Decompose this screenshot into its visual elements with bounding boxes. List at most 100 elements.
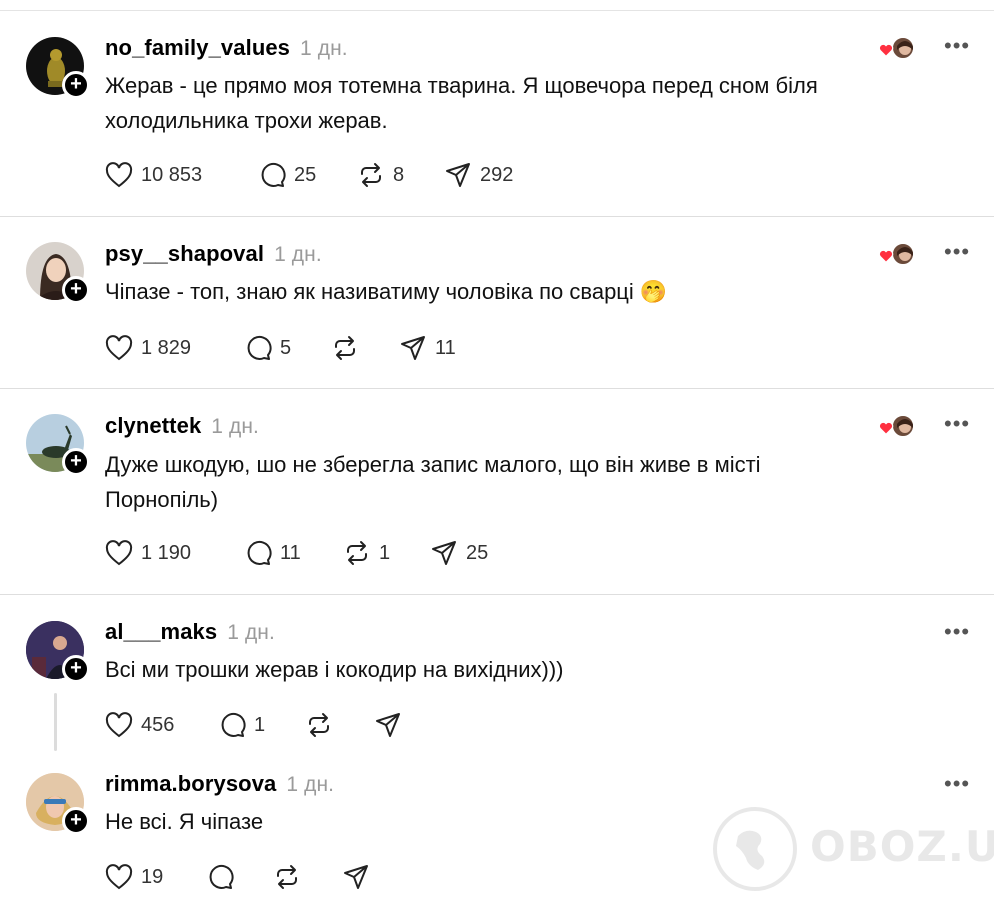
reply-button[interactable]: 11 — [244, 538, 301, 568]
like-button[interactable]: 10 853 — [105, 160, 202, 190]
share-button[interactable] — [374, 710, 402, 740]
timestamp: 1 дн. — [211, 415, 259, 438]
username[interactable]: al___maks — [105, 619, 217, 644]
repost-icon — [309, 713, 329, 737]
reply-button[interactable] — [206, 862, 234, 892]
repost-button[interactable] — [273, 862, 301, 892]
more-options-icon[interactable]: ••• — [944, 621, 970, 643]
post-text: Всі ми трошки жерав і кокодир на вихідни… — [105, 657, 564, 682]
reply-count: 5 — [280, 336, 292, 359]
follow-plus-icon[interactable]: + — [62, 71, 90, 99]
post-3: + clynettek 1 дн. ••• Дуже шкодую, шо не … — [0, 389, 994, 595]
share-button[interactable]: 25 — [430, 538, 488, 568]
avatar[interactable]: + — [26, 37, 90, 99]
username[interactable]: no_family_values — [105, 35, 290, 60]
liked-by-author-badge — [878, 242, 918, 268]
like-button[interactable]: 19 — [105, 862, 163, 892]
like-count: 456 — [141, 713, 175, 736]
post-header: rimma.borysova 1 дн. — [105, 771, 334, 797]
repost-count: 8 — [393, 163, 405, 186]
liked-by-author-badge — [878, 36, 918, 62]
post-header: no_family_values 1 дн. — [105, 35, 348, 61]
post-text: Чіпазе - топ, знаю як називатиму чоловік… — [105, 279, 668, 304]
send-icon — [376, 713, 400, 737]
heart-outline-icon — [105, 864, 133, 890]
reply-count: 25 — [294, 163, 317, 186]
send-icon — [401, 336, 425, 360]
repost-button[interactable]: 1 — [343, 538, 390, 568]
share-button[interactable] — [342, 862, 370, 892]
reply-button[interactable]: 25 — [258, 160, 316, 190]
share-count: 11 — [435, 336, 456, 359]
like-button[interactable]: 456 — [105, 710, 174, 740]
post-1: + no_family_values 1 дн. ••• Жерав - це п… — [0, 11, 994, 217]
comment-icon — [247, 540, 272, 565]
post-2: + psy__shapoval 1 дн. ••• Чіпазе - топ, з… — [0, 217, 994, 389]
follow-plus-icon[interactable]: + — [62, 807, 90, 835]
heart-icon — [878, 421, 894, 435]
send-icon — [446, 163, 470, 187]
like-count: 1 829 — [141, 336, 192, 359]
reply-count: 11 — [280, 541, 301, 564]
repost-icon — [335, 336, 355, 360]
comment-icon — [261, 162, 286, 187]
send-icon — [344, 865, 368, 889]
more-options-icon[interactable]: ••• — [944, 241, 970, 263]
watermark: OBOZ.UA — [712, 806, 994, 892]
share-count: 292 — [480, 163, 514, 186]
heart-outline-icon — [105, 712, 133, 738]
username[interactable]: clynettek — [105, 413, 201, 438]
heart-icon — [878, 43, 894, 57]
like-button[interactable]: 1 190 — [105, 538, 191, 568]
timestamp: 1 дн. — [227, 621, 275, 644]
comment-icon — [221, 712, 246, 737]
more-options-icon[interactable]: ••• — [944, 35, 970, 57]
globe-logo-icon — [713, 807, 797, 891]
avatar[interactable]: + — [26, 621, 90, 683]
liked-by-author-badge — [878, 414, 918, 440]
share-count: 25 — [466, 541, 489, 564]
comment-icon — [247, 335, 272, 360]
repost-button[interactable]: 8 — [357, 160, 404, 190]
send-icon — [432, 541, 456, 565]
follow-plus-icon[interactable]: + — [62, 448, 90, 476]
avatar[interactable]: + — [26, 242, 90, 304]
repost-button[interactable] — [305, 710, 333, 740]
avatar[interactable]: + — [26, 414, 90, 476]
timestamp: 1 дн. — [286, 773, 335, 796]
post-4: + al___maks 1 дн. ••• Всі ми трошки жерав… — [0, 595, 994, 751]
follow-plus-icon[interactable]: + — [62, 655, 90, 683]
reply-count: 1 — [254, 713, 266, 736]
like-count: 10 853 — [141, 163, 203, 186]
more-options-icon[interactable]: ••• — [944, 773, 970, 795]
post-text: Дуже шкодую, шо не зберегла запис малого… — [105, 452, 761, 512]
more-options-icon[interactable]: ••• — [944, 413, 970, 435]
heart-icon — [878, 249, 894, 263]
follow-plus-icon[interactable]: + — [62, 276, 90, 304]
post-header: clynettek 1 дн. — [105, 413, 259, 439]
comment-icon — [209, 864, 234, 889]
like-button[interactable]: 1 829 — [105, 333, 191, 363]
post-header: psy__shapoval 1 дн. — [105, 241, 322, 267]
heart-outline-icon — [105, 540, 133, 566]
reply-button[interactable]: 5 — [244, 333, 291, 363]
watermark-text: OBOZ.UA — [810, 822, 994, 871]
post-text: Жерав - це прямо моя тотемна тварина. Я … — [105, 73, 818, 133]
username[interactable]: rimma.borysova — [105, 771, 276, 796]
repost-count: 1 — [379, 541, 391, 564]
username[interactable]: psy__shapoval — [105, 241, 264, 266]
like-count: 19 — [141, 865, 164, 888]
heart-outline-icon — [105, 335, 133, 361]
post-header: al___maks 1 дн. — [105, 619, 275, 645]
share-button[interactable]: 292 — [444, 160, 513, 190]
share-button[interactable]: 11 — [399, 333, 456, 363]
timestamp: 1 дн. — [274, 243, 322, 266]
like-count: 1 190 — [141, 541, 192, 564]
repost-icon — [361, 163, 381, 187]
repost-icon — [277, 865, 297, 889]
heart-outline-icon — [105, 162, 133, 188]
thread-connector — [54, 693, 57, 751]
reply-button[interactable]: 1 — [218, 710, 265, 740]
repost-button[interactable] — [331, 333, 359, 363]
avatar[interactable]: + — [26, 773, 90, 835]
